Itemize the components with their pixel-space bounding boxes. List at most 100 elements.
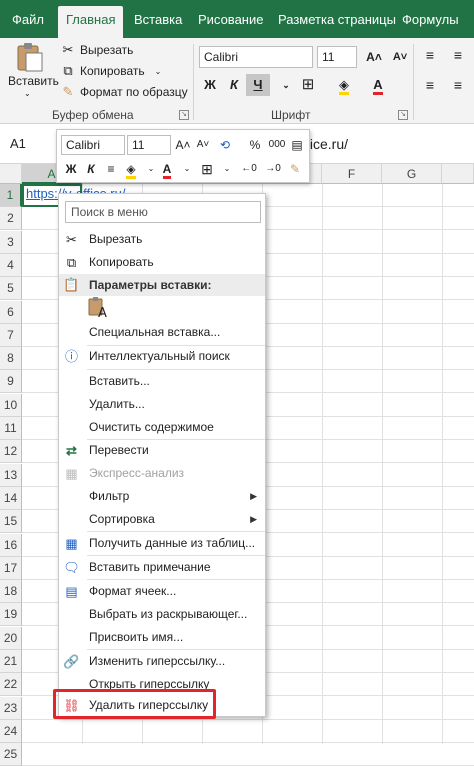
row-header[interactable]: 9: [0, 370, 22, 393]
menu-item-translate[interactable]: ⇄ Перевести: [59, 439, 265, 462]
row-header[interactable]: 7: [0, 324, 22, 347]
menu-item-delete[interactable]: Удалить...: [59, 393, 265, 416]
row-header[interactable]: 2: [0, 207, 22, 230]
chevron-down-icon[interactable]: ⌄: [217, 159, 237, 179]
menu-item-format-cells[interactable]: ▤ Формат ячеек...: [59, 580, 265, 603]
font-size-select[interactable]: 11: [317, 46, 357, 68]
align-center-icon[interactable]: ≡: [446, 74, 470, 96]
menu-item-pick-from-dropdown[interactable]: Выбрать из раскрывающег...: [59, 603, 265, 626]
align-left-icon[interactable]: ≡: [418, 74, 442, 96]
tab-home[interactable]: Главная: [58, 6, 124, 38]
paintbrush-icon[interactable]: ✎: [285, 159, 305, 179]
mini-font-name-select[interactable]: Calibri: [61, 135, 125, 155]
percent-button[interactable]: %: [245, 135, 265, 155]
menu-item-label: Вырезать: [89, 232, 143, 246]
font-launcher-icon[interactable]: ↘: [398, 110, 408, 120]
menu-item-insert-comment[interactable]: 🗨 Вставить примечание: [59, 556, 265, 579]
format-painter-button[interactable]: ✎ Формат по образцу: [60, 84, 188, 100]
row-header[interactable]: 23: [0, 697, 22, 720]
row-header[interactable]: 11: [0, 417, 22, 440]
increase-font-icon[interactable]: A˄: [362, 46, 386, 68]
row-header[interactable]: 4: [0, 254, 22, 277]
menu-search-input[interactable]: Поиск в меню: [65, 201, 261, 223]
increase-decimal-icon[interactable]: ←0: [239, 159, 259, 179]
fill-color-icon[interactable]: ◈: [121, 159, 141, 179]
menu-item-filter[interactable]: Фильтр ▶: [59, 485, 265, 508]
paste-option-text-only-icon[interactable]: A: [87, 296, 109, 321]
chevron-down-icon[interactable]: ⌄: [177, 159, 197, 179]
row-header[interactable]: 10: [0, 394, 22, 417]
decrease-font-icon[interactable]: A˅: [193, 135, 213, 155]
select-all-corner[interactable]: [0, 164, 22, 184]
col-header-h[interactable]: [442, 164, 474, 184]
menu-item-smart-lookup[interactable]: ⓘ Интеллектуальный поиск: [59, 345, 265, 368]
align-center-icon[interactable]: ≡: [101, 159, 121, 179]
chevron-down-icon: ⌄: [24, 89, 31, 98]
col-header-f[interactable]: F: [322, 164, 382, 184]
row-header[interactable]: 15: [0, 510, 22, 533]
row-header[interactable]: 24: [0, 720, 22, 743]
menu-item-define-name[interactable]: Присвоить имя...: [59, 626, 265, 649]
menu-item-edit-hyperlink[interactable]: 🔗 Изменить гиперссылку...: [59, 650, 265, 673]
increase-font-icon[interactable]: A˄: [173, 135, 193, 155]
menu-item-sort[interactable]: Сортировка ▶: [59, 508, 265, 531]
mini-bold-button[interactable]: Ж: [61, 159, 81, 179]
align-top-icon[interactable]: ≡: [418, 44, 442, 66]
row-header[interactable]: 12: [0, 440, 22, 463]
row-header[interactable]: 16: [0, 534, 22, 557]
underline-button[interactable]: Ч: [246, 74, 270, 96]
menu-item-insert[interactable]: Вставить...: [59, 370, 265, 393]
row-header[interactable]: 19: [0, 603, 22, 626]
bold-button[interactable]: Ж: [198, 74, 222, 96]
row-header[interactable]: 5: [0, 277, 22, 300]
row-header[interactable]: 13: [0, 464, 22, 487]
paste-button[interactable]: Вставить ⌄: [6, 42, 59, 102]
currency-icon[interactable]: ⟲: [215, 135, 235, 155]
copy-button[interactable]: ⧉ Копировать ⌄: [60, 63, 161, 79]
borders-icon[interactable]: ⊞: [197, 159, 217, 179]
row-header[interactable]: 18: [0, 580, 22, 603]
align-middle-icon[interactable]: ≡: [446, 44, 470, 66]
row-header[interactable]: 6: [0, 301, 22, 324]
formula-input[interactable]: fice.ru/: [306, 133, 348, 155]
tab-page-layout[interactable]: Разметка страницы: [270, 6, 404, 38]
menu-item-get-data-from-table[interactable]: ▦ Получить данные из таблиц...: [59, 532, 265, 555]
cut-button[interactable]: ✂ Вырезать: [60, 42, 134, 58]
cut-label: Вырезать: [80, 43, 134, 57]
tab-file[interactable]: Файл: [4, 6, 52, 38]
menu-item-clear-contents[interactable]: Очистить содержимое: [59, 416, 265, 439]
row-header[interactable]: 20: [0, 627, 22, 650]
thousands-separator-button[interactable]: 000: [267, 135, 287, 155]
font-name-select[interactable]: Calibri: [199, 46, 313, 68]
borders-icon[interactable]: ⊞: [296, 74, 320, 96]
decrease-font-icon[interactable]: A˅: [388, 46, 412, 68]
row-header[interactable]: 3: [0, 231, 22, 254]
menu-item-cut[interactable]: ✂ Вырезать: [59, 228, 265, 251]
tab-draw[interactable]: Рисование: [190, 6, 271, 38]
font-color-icon[interactable]: A: [366, 74, 390, 96]
mini-font-size-select[interactable]: 11: [127, 135, 171, 155]
row-header[interactable]: 21: [0, 650, 22, 673]
menu-item-paste-special[interactable]: Специальная вставка...: [59, 321, 265, 344]
row-header[interactable]: 1: [0, 184, 22, 207]
underline-dropdown-icon[interactable]: ⌄: [274, 74, 298, 96]
row-header[interactable]: 25: [0, 743, 22, 766]
name-box[interactable]: A1: [4, 133, 56, 155]
font-color-icon[interactable]: A: [157, 159, 177, 179]
row-header[interactable]: 8: [0, 347, 22, 370]
fill-color-icon[interactable]: ◈: [332, 74, 356, 96]
decrease-decimal-icon[interactable]: →0: [263, 159, 283, 179]
menu-item-copy[interactable]: ⧉ Копировать: [59, 251, 265, 274]
format-table-icon[interactable]: ▤: [287, 135, 307, 155]
row-header[interactable]: 22: [0, 673, 22, 696]
mini-italic-button[interactable]: К: [81, 159, 101, 179]
row-header[interactable]: 17: [0, 557, 22, 580]
col-header-g[interactable]: G: [382, 164, 442, 184]
menu-item-label: Формат ячеек...: [89, 584, 177, 598]
row-header[interactable]: 14: [0, 487, 22, 510]
tab-insert[interactable]: Вставка: [126, 6, 190, 38]
italic-button[interactable]: К: [222, 74, 246, 96]
menu-item-label: Вставить...: [89, 374, 150, 388]
tab-formulas[interactable]: Формулы: [394, 6, 467, 38]
clipboard-launcher-icon[interactable]: ↘: [179, 110, 189, 120]
